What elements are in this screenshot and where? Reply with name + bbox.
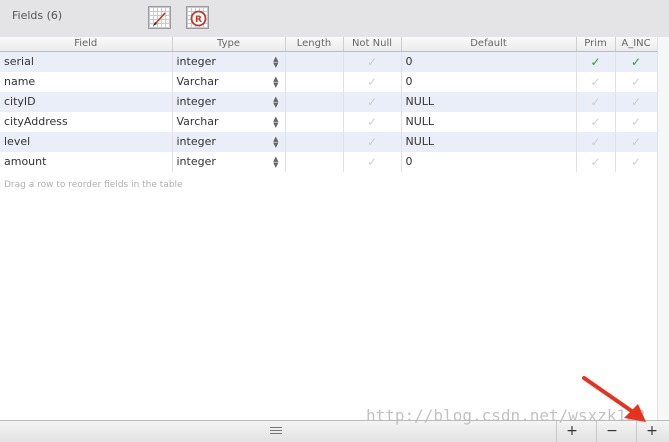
type-stepper-icon[interactable]: ▲ ▼ (273, 116, 278, 129)
cell-length[interactable] (285, 112, 344, 132)
not-null-check-icon[interactable]: ✓ (367, 155, 377, 169)
cell-default[interactable]: 0 (401, 51, 577, 72)
a-inc-check-icon[interactable]: ✓ (631, 135, 641, 149)
table-row[interactable]: amount integer ▲ ▼ ✓ 0 ✓ ✓ (0, 152, 658, 172)
a-inc-check-icon[interactable]: ✓ (631, 155, 641, 169)
cell-not-null[interactable]: ✓ (343, 72, 402, 92)
prim-check-icon[interactable]: ✓ (590, 135, 600, 149)
cell-type[interactable]: integer ▲ ▼ (172, 51, 286, 72)
cell-default[interactable]: NULL (401, 112, 577, 132)
table-header-row: Field Type Length Not Null Default Prim … (0, 37, 658, 52)
cell-not-null[interactable]: ✓ (343, 132, 402, 152)
cell-field[interactable]: serial (0, 51, 173, 72)
table-row[interactable]: cityAddress Varchar ▲ ▼ ✓ NULL ✓ ✓ (0, 112, 658, 132)
prim-check-icon[interactable]: ✓ (590, 75, 600, 89)
column-header-not-null[interactable]: Not Null (343, 37, 402, 52)
prim-check-icon[interactable]: ✓ (590, 95, 600, 109)
column-header-a-inc[interactable]: A_INC (615, 37, 658, 52)
cell-field[interactable]: cityAddress (0, 112, 173, 132)
column-header-length[interactable]: Length (285, 37, 344, 52)
table-row[interactable]: serial integer ▲ ▼ ✓ 0 ✓ ✓ (0, 51, 658, 72)
type-value: integer (176, 155, 216, 168)
cell-a-inc[interactable]: ✓ (615, 92, 658, 112)
type-value: integer (176, 95, 216, 108)
cell-a-inc[interactable]: ✓ (615, 152, 658, 172)
prim-check-icon[interactable]: ✓ (590, 155, 600, 169)
type-value: Varchar (176, 115, 219, 128)
cell-default[interactable]: NULL (401, 132, 577, 152)
a-inc-check-icon[interactable]: ✓ (631, 55, 641, 69)
cell-prim[interactable]: ✓ (576, 92, 616, 112)
cell-type[interactable]: Varchar ▲ ▼ (172, 72, 286, 92)
cell-not-null[interactable]: ✓ (343, 112, 402, 132)
remove-field-icon[interactable]: R (186, 6, 209, 29)
cell-type[interactable]: integer ▲ ▼ (172, 132, 286, 152)
cell-prim[interactable]: ✓ (576, 132, 616, 152)
column-header-default[interactable]: Default (401, 37, 577, 52)
cell-length[interactable] (285, 72, 344, 92)
cell-a-inc[interactable]: ✓ (615, 132, 658, 152)
cell-length[interactable] (285, 51, 344, 72)
cell-field[interactable]: cityID (0, 92, 173, 112)
a-inc-check-icon[interactable]: ✓ (631, 115, 641, 129)
not-null-check-icon[interactable]: ✓ (367, 55, 377, 69)
cell-not-null[interactable]: ✓ (343, 92, 402, 112)
type-stepper-icon[interactable]: ▲ ▼ (273, 156, 278, 169)
table-row[interactable]: cityID integer ▲ ▼ ✓ NULL ✓ ✓ (0, 92, 658, 112)
type-stepper-icon[interactable]: ▲ ▼ (273, 56, 278, 69)
cell-type[interactable]: Varchar ▲ ▼ (172, 112, 286, 132)
fields-header: Fields (6) R (0, 0, 669, 38)
a-inc-check-icon[interactable]: ✓ (631, 75, 641, 89)
cell-a-inc[interactable]: ✓ (615, 112, 658, 132)
cell-field[interactable]: amount (0, 152, 173, 172)
cell-field[interactable]: level (0, 132, 173, 152)
fields-table: Field Type Length Not Null Default Prim … (0, 37, 658, 172)
vertical-scrollbar[interactable] (657, 37, 669, 420)
cell-prim[interactable]: ✓ (576, 112, 616, 132)
prim-check-icon[interactable]: ✓ (590, 115, 600, 129)
cell-type[interactable]: integer ▲ ▼ (172, 92, 286, 112)
type-stepper-icon[interactable]: ▲ ▼ (273, 136, 278, 149)
cell-default[interactable]: 0 (401, 72, 577, 92)
not-null-check-icon[interactable]: ✓ (367, 115, 377, 129)
cell-prim[interactable]: ✓ (576, 152, 616, 172)
column-header-field[interactable]: Field (0, 37, 173, 52)
edit-field-icon[interactable] (148, 6, 171, 29)
cell-default[interactable]: NULL (401, 92, 577, 112)
not-null-check-icon[interactable]: ✓ (367, 95, 377, 109)
cell-prim[interactable]: ✓ (576, 72, 616, 92)
column-header-prim[interactable]: Prim (576, 37, 616, 52)
cell-a-inc[interactable]: ✓ (615, 72, 658, 92)
cell-prim[interactable]: ✓ (576, 51, 616, 72)
type-stepper-icon[interactable]: ▲ ▼ (273, 96, 278, 109)
reorder-hint: Drag a row to reorder fields in the tabl… (4, 180, 183, 190)
type-value: integer (176, 135, 216, 148)
cell-field[interactable]: name (0, 72, 173, 92)
cell-not-null[interactable]: ✓ (343, 51, 402, 72)
cell-a-inc[interactable]: ✓ (615, 51, 658, 72)
cell-default[interactable]: 0 (401, 152, 577, 172)
type-value: Varchar (176, 75, 219, 88)
table-row[interactable]: level integer ▲ ▼ ✓ NULL ✓ ✓ (0, 132, 658, 152)
not-null-check-icon[interactable]: ✓ (367, 135, 377, 149)
svg-text:R: R (195, 15, 202, 25)
annotation-arrow-icon (582, 376, 646, 422)
cell-length[interactable] (285, 132, 344, 152)
column-header-type[interactable]: Type (172, 37, 286, 52)
cell-type[interactable]: integer ▲ ▼ (172, 152, 286, 172)
not-null-check-icon[interactable]: ✓ (367, 75, 377, 89)
type-stepper-icon[interactable]: ▲ ▼ (273, 76, 278, 89)
type-value: integer (176, 55, 216, 68)
fields-count-title: Fields (6) (12, 9, 63, 22)
cell-length[interactable] (285, 152, 344, 172)
cell-not-null[interactable]: ✓ (343, 152, 402, 172)
resize-grip-icon[interactable] (270, 427, 282, 436)
cell-length[interactable] (285, 92, 344, 112)
a-inc-check-icon[interactable]: ✓ (631, 95, 641, 109)
table-row[interactable]: name Varchar ▲ ▼ ✓ 0 ✓ ✓ (0, 72, 658, 92)
prim-check-icon[interactable]: ✓ (590, 55, 600, 69)
